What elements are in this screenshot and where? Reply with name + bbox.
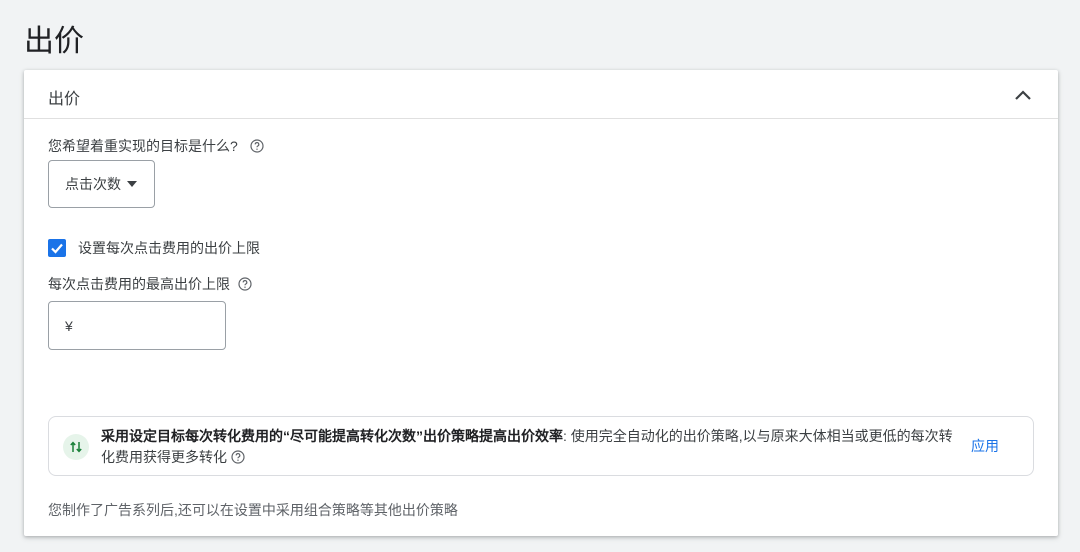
goal-question-label: 您希望着重实现的目标是什么? [48, 136, 264, 156]
help-icon[interactable] [250, 139, 264, 153]
page-title: 出价 [24, 25, 84, 58]
goal-dropdown[interactable]: 点击次数 [48, 160, 155, 208]
goal-question-text: 您希望着重实现的目标是什么? [48, 138, 238, 154]
goal-dropdown-value: 点击次数 [65, 176, 121, 192]
max-cpc-text: 每次点击费用的最高出价上限 [48, 276, 230, 292]
collapse-button[interactable] [1010, 82, 1036, 108]
recommendation-title: 采用设定目标每次转化费用的“尽可能提高转化次数”出价策略提高出价效率 [101, 428, 563, 444]
recommendation-text: 采用设定目标每次转化费用的“尽可能提高转化次数”出价策略提高出价效率: 使用完全… [101, 426, 961, 468]
recommendation-separator: : [563, 428, 567, 444]
cpc-limit-label[interactable]: 设置每次点击费用的出价上限 [78, 238, 260, 258]
max-cpc-field[interactable] [78, 317, 219, 334]
checkmark-icon [51, 243, 63, 254]
cpc-limit-row: 设置每次点击费用的出价上限 [48, 238, 260, 258]
help-icon[interactable] [231, 450, 245, 464]
bidding-card: 出价 您希望着重实现的目标是什么? 点击次数 设置每次点击费用的出价上限 每次点… [24, 70, 1058, 536]
chevron-up-icon [1015, 90, 1031, 100]
max-cpc-label: 每次点击费用的最高出价上限 [48, 274, 252, 294]
max-cpc-input[interactable]: ¥ [48, 301, 226, 350]
footer-note: 您制作了广告系列后,还可以在设置中采用组合策略等其他出价策略 [48, 502, 458, 518]
recommendation-banner: 采用设定目标每次转化费用的“尽可能提高转化次数”出价策略提高出价效率: 使用完全… [48, 416, 1034, 476]
help-icon[interactable] [238, 277, 252, 291]
cpc-limit-checkbox[interactable] [48, 239, 66, 257]
trend-arrows-icon [63, 434, 89, 460]
currency-symbol: ¥ [65, 317, 73, 334]
caret-down-icon [127, 181, 137, 187]
apply-button[interactable]: 应用 [971, 436, 999, 456]
card-header[interactable]: 出价 [24, 70, 1058, 119]
card-header-title: 出价 [48, 91, 81, 108]
